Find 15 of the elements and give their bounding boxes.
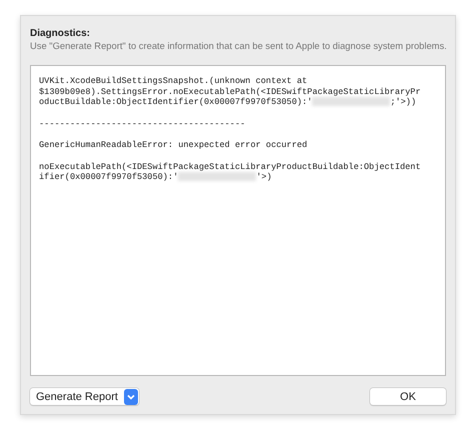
- log-text: oductBuildable:ObjectIdentifier(0x00007f9970f53050):': [39, 97, 312, 107]
- log-text: '>): [256, 172, 272, 182]
- chevron-down-icon: [124, 388, 138, 404]
- description-text: Use "Generate Report" to create information that can be sent to Apple to diagnose system problems.: [30, 40, 446, 51]
- log-text: noExecutablePath(<IDESwiftPackageStaticLibraryProductBuildable:ObjectIdent: [39, 162, 421, 172]
- log-text: GenericHumanReadableError: unexpected error occurred: [39, 140, 308, 150]
- log-text-area[interactable]: [30, 65, 446, 376]
- log-text: UVKit.XcodeBuildSettingsSnapshot.(unknown context at: [39, 76, 308, 86]
- log-text: ;'>)): [390, 97, 416, 107]
- log-text: $1309b09e8).SettingsError.noExecutablePath(<IDESwiftPackageStaticLibraryPr: [39, 86, 421, 96]
- section-title: Diagnostics:: [30, 28, 92, 39]
- ok-button[interactable]: OK: [370, 388, 446, 405]
- generate-report-dropdown[interactable]: Generate Report: [30, 388, 139, 405]
- log-text: ----------------------------------------: [39, 118, 246, 128]
- log-text: ifier(0x00007f9970f53050):': [39, 172, 178, 182]
